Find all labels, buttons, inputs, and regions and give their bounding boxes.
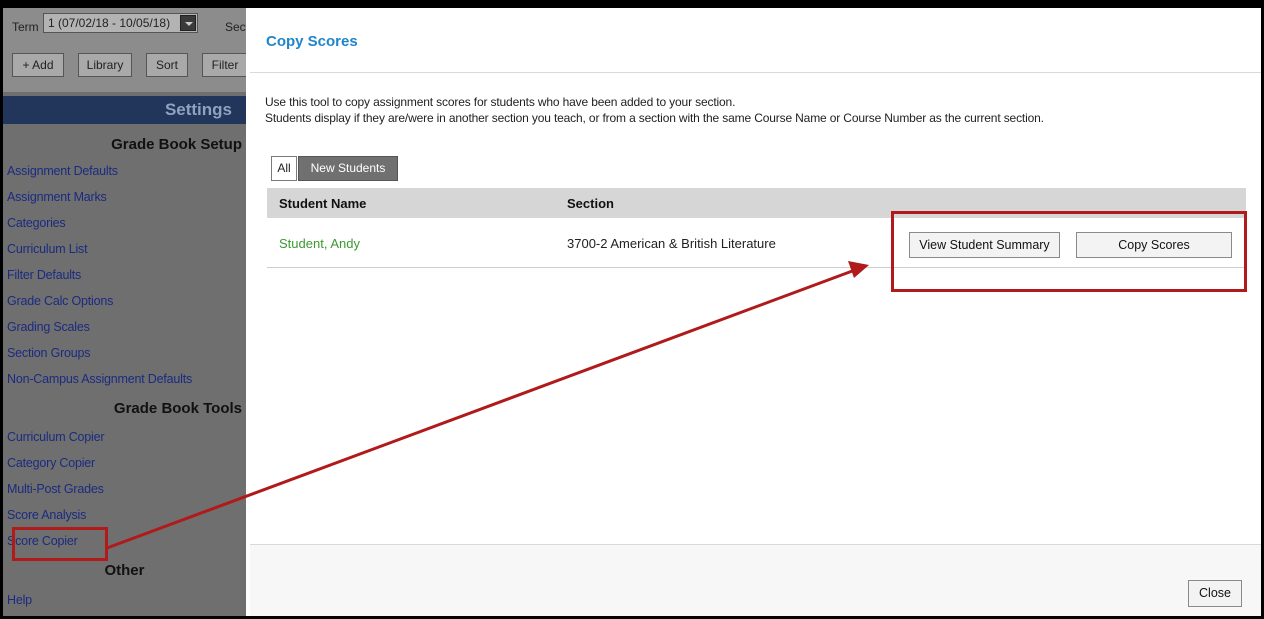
add-button[interactable]: + Add	[12, 53, 64, 77]
buttons-highlight-box	[891, 211, 1247, 292]
close-button[interactable]: Close	[1188, 580, 1242, 607]
section-label: Sect	[225, 20, 246, 34]
section-name: 3700-2 American & British Literature	[567, 236, 776, 251]
term-label: Term	[12, 20, 39, 34]
sidebar-item-help[interactable]: Help	[7, 593, 32, 607]
student-name-link[interactable]: Student, Andy	[279, 236, 360, 251]
sidebar-item-categories[interactable]: Categories	[7, 216, 66, 230]
term-select-value: 1 (07/02/18 - 10/05/18)	[48, 16, 171, 30]
filter-new-students-button[interactable]: New Students	[298, 156, 398, 181]
other-heading: Other	[104, 562, 145, 579]
copy-scores-dialog: Copy Scores Use this tool to copy assign…	[250, 8, 1261, 616]
filter-button[interactable]: Filter	[202, 53, 246, 77]
sidebar-item-curriculum-copier[interactable]: Curriculum Copier	[7, 430, 105, 444]
settings-title: Settings	[3, 96, 246, 124]
score-copier-highlight-box	[12, 527, 108, 561]
dialog-title: Copy Scores	[266, 33, 358, 50]
sort-button[interactable]: Sort	[146, 53, 188, 77]
header-divider	[250, 72, 1261, 73]
description-line-1: Use this tool to copy assignment scores …	[265, 95, 736, 109]
sidebar-item-filter-defaults[interactable]: Filter Defaults	[7, 268, 81, 282]
chevron-down-icon[interactable]	[180, 15, 196, 31]
description-line-2: Students display if they are/were in ano…	[265, 111, 1044, 125]
sidebar-toolbar: Term 1 (07/02/18 - 10/05/18) Sect + Add …	[3, 8, 246, 92]
screen-frame: Term 1 (07/02/18 - 10/05/18) Sect + Add …	[0, 0, 1264, 619]
term-select[interactable]: 1 (07/02/18 - 10/05/18)	[43, 13, 198, 33]
grade-book-tools-heading: Grade Book Tools	[113, 400, 242, 417]
sidebar-item-grading-scales[interactable]: Grading Scales	[7, 320, 90, 334]
sidebar-item-curriculum-list[interactable]: Curriculum List	[7, 242, 88, 256]
library-button[interactable]: Library	[78, 53, 132, 77]
sidebar-item-score-analysis[interactable]: Score Analysis	[7, 508, 86, 522]
sidebar-item-assignment-marks[interactable]: Assignment Marks	[7, 190, 107, 204]
sidebar-item-assignment-defaults[interactable]: Assignment Defaults	[7, 164, 118, 178]
dialog-footer	[250, 545, 1261, 616]
sidebar-item-category-copier[interactable]: Category Copier	[7, 456, 95, 470]
dialog-description: Use this tool to copy assignment scores …	[265, 94, 1044, 126]
filter-all-button[interactable]: All	[271, 156, 297, 181]
grade-book-setup-heading: Grade Book Setup	[111, 136, 242, 153]
sidebar-item-grade-calc-options[interactable]: Grade Calc Options	[7, 294, 113, 308]
column-student-name[interactable]: Student Name	[279, 196, 366, 211]
sidebar-item-non-campus-assignment-defaults[interactable]: Non-Campus Assignment Defaults	[7, 372, 192, 386]
sidebar-item-multi-post-grades[interactable]: Multi-Post Grades	[7, 482, 104, 496]
column-section[interactable]: Section	[567, 196, 614, 211]
sidebar-item-section-groups[interactable]: Section Groups	[7, 346, 91, 360]
